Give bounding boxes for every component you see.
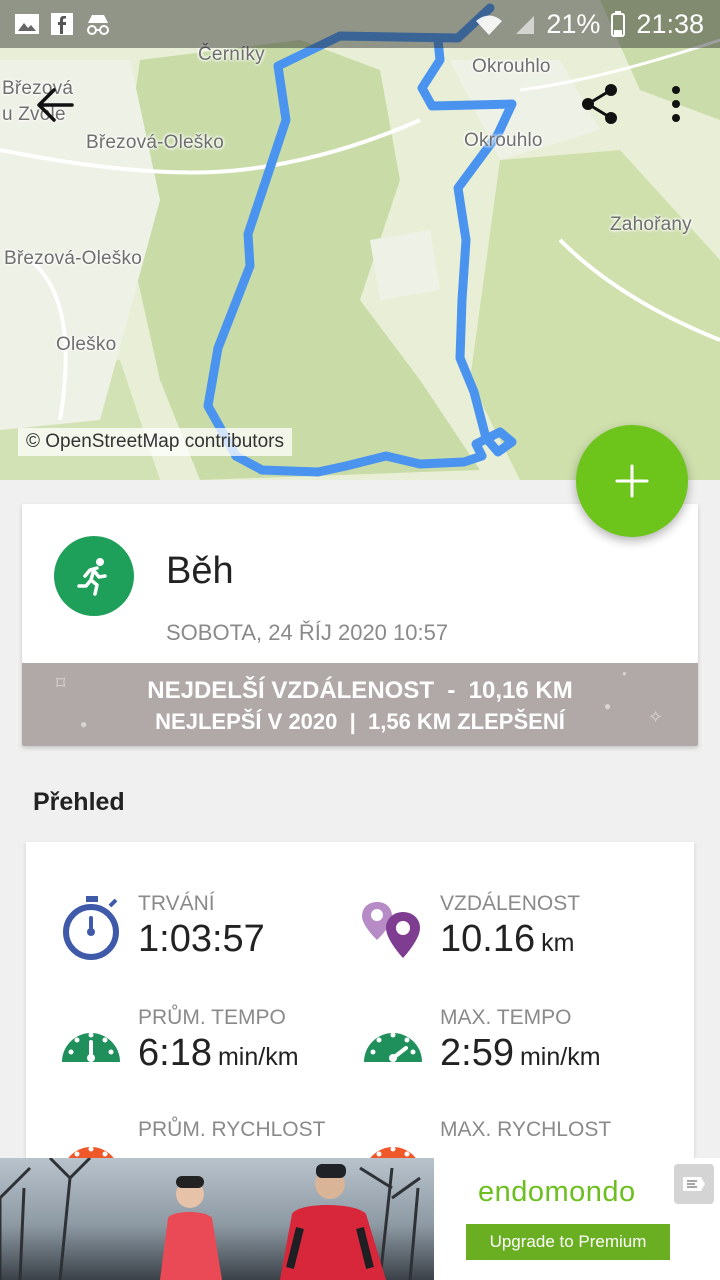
route-map[interactable]: Černíky Březová u Zvole Březová-Oleško B… <box>0 0 720 480</box>
incognito-icon <box>87 15 109 35</box>
stat-label: PRŮM. TEMPO <box>138 1006 286 1029</box>
sport-title: Běh <box>166 550 234 592</box>
signal-icon <box>516 16 535 34</box>
ad-banner[interactable]: endomondo Upgrade to Premium <box>0 1158 720 1280</box>
speedometer-icon <box>364 1032 422 1062</box>
upgrade-premium-button[interactable]: Upgrade to Premium <box>466 1224 670 1260</box>
stat-label: VZDÁLENOST <box>440 892 581 915</box>
wifi-icon <box>476 15 503 35</box>
stat-value: 10.16 km <box>440 918 575 960</box>
speedometer-icon <box>62 1032 120 1062</box>
record-subtitle: NEJLEPŠÍ V 2020 | 1,56 KM ZLEPŠENÍ <box>155 709 565 734</box>
battery-percent: 21% <box>546 8 601 39</box>
sport-badge <box>54 536 134 616</box>
map-label: Zahořany <box>610 214 692 235</box>
workout-date: SOBOTA, 24 ŘÍJ 2020 10:57 <box>166 620 449 645</box>
stat-value: 2:59 min/km <box>440 1032 601 1074</box>
map-label: Březová-Oleško <box>4 248 142 269</box>
stat-label: MAX. TEMPO <box>440 1006 572 1029</box>
more-vert-icon <box>672 86 680 122</box>
map-label: Okrouhlo <box>464 130 543 151</box>
map-label: Okrouhlo <box>472 56 551 77</box>
location-pins-icon <box>362 902 420 958</box>
stat-value: 1:03:57 <box>138 918 265 960</box>
stat-label: PRŮM. RYCHLOST <box>138 1118 326 1141</box>
more-options-button[interactable] <box>664 84 688 129</box>
overview-stats-card: TRVÁNÍ 1:03:57 VZDÁLENOST 10.16 km PRŮM. … <box>26 842 694 1176</box>
gallery-icon <box>15 14 39 34</box>
overview-title: Přehled <box>33 788 125 816</box>
plus-icon <box>615 464 649 498</box>
share-icon <box>582 84 617 124</box>
ad-image <box>0 1158 434 1280</box>
runners-illustration <box>0 1158 421 1280</box>
map-label: Březová-Oleško <box>86 132 224 153</box>
ad-panel[interactable]: endomondo Upgrade to Premium <box>434 1158 720 1280</box>
battery-icon <box>611 11 626 37</box>
clock: 21:38 <box>636 8 704 39</box>
map-attribution[interactable]: © OpenStreetMap contributors <box>18 428 292 456</box>
arrow-back-icon <box>37 88 74 122</box>
add-button[interactable] <box>576 425 688 537</box>
stat-label: MAX. RYCHLOST <box>440 1118 612 1141</box>
map-background <box>0 0 720 480</box>
ad-choices-button[interactable] <box>674 1164 714 1204</box>
back-button[interactable] <box>32 82 78 133</box>
personal-record-banner[interactable]: ⌑ ● ● ● ✧ NEJDELŠÍ VZDÁLENOST - 10,16 KM… <box>22 663 698 746</box>
status-bar: 21% 21:38 <box>0 0 720 48</box>
share-button[interactable] <box>578 82 622 131</box>
running-icon <box>77 558 107 596</box>
workout-summary-card: Běh SOBOTA, 24 ŘÍJ 2020 10:57 ⌑ ● ● ● ✧ … <box>22 504 698 746</box>
record-title: NEJDELŠÍ VZDÁLENOST - 10,16 KM <box>147 677 573 704</box>
stopwatch-icon <box>63 896 119 960</box>
ad-choices-icon <box>683 1177 705 1191</box>
facebook-icon <box>51 13 73 35</box>
stat-label: TRVÁNÍ <box>138 892 215 915</box>
map-label: Oleško <box>56 334 117 355</box>
stat-value: 6:18 min/km <box>138 1032 299 1074</box>
ad-brand-logo: endomondo <box>478 1176 636 1208</box>
